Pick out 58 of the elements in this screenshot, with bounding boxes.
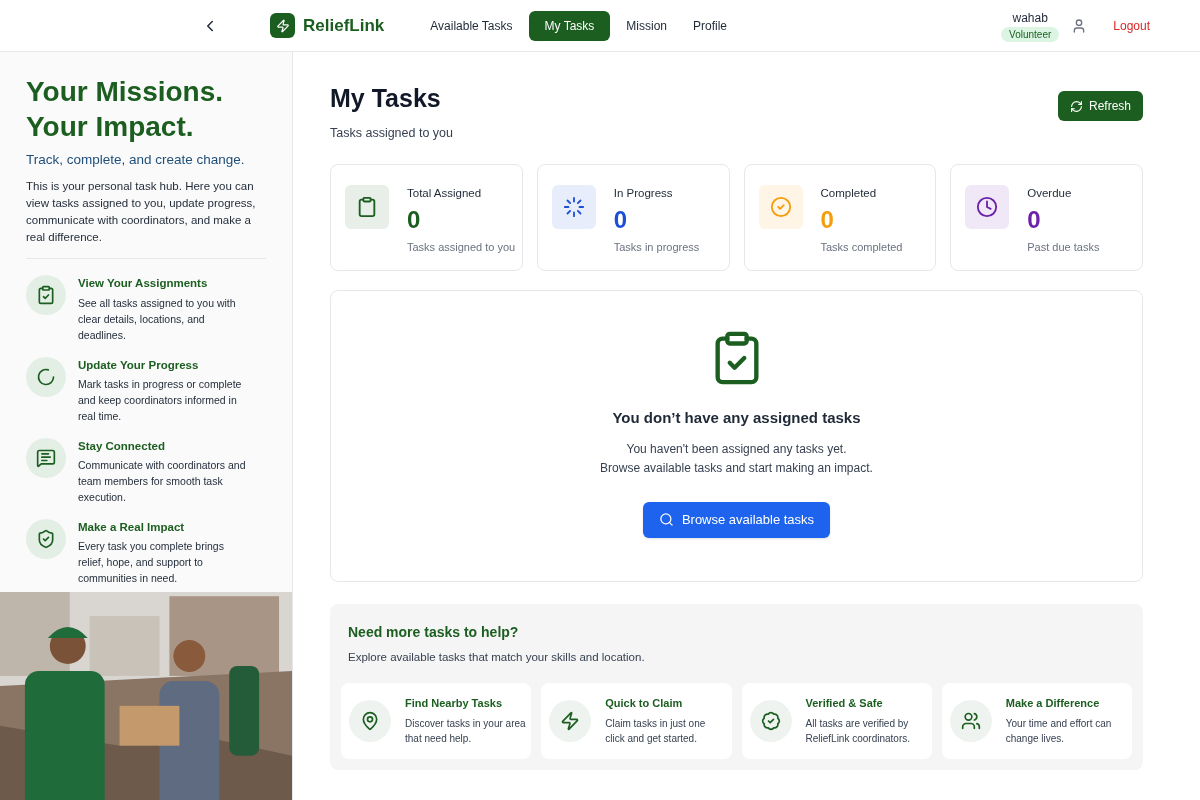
user-name: wahab xyxy=(1012,10,1048,27)
nav-tab[interactable]: Available Tasks xyxy=(420,10,523,41)
progress-ring-icon xyxy=(26,356,66,397)
message-icon xyxy=(26,437,66,478)
perk-title: Find Nearby Tasks xyxy=(405,696,503,712)
stat-value: 0 xyxy=(820,204,835,235)
stat-value: 0 xyxy=(407,204,422,235)
stat-label: In Progress xyxy=(613,186,674,202)
browse-tasks-button[interactable]: Browse available tasks xyxy=(642,501,831,538)
intro-text: This is your personal task hub. Here you can view tasks assigned to you, update progress, communicate with coordinators, and make a real difference. xyxy=(26,179,257,246)
feature-title: Update Your Progress xyxy=(78,357,200,373)
stat-label: Overdue xyxy=(1027,186,1073,202)
shield-check-icon xyxy=(26,519,66,559)
page-subtitle: Tasks assigned to you xyxy=(330,124,453,142)
page-title: My Tasks xyxy=(330,83,442,114)
clipboard-check-icon xyxy=(26,275,66,316)
stat-caption: Tasks assigned to you xyxy=(407,239,516,255)
brand-name: ReliefLink xyxy=(303,14,385,37)
stat-label: Completed xyxy=(820,186,878,202)
feature-text: Communicate with coordinators and team members for smooth task execution. xyxy=(78,458,247,505)
stat-caption: Tasks completed xyxy=(820,239,903,255)
perk-text: Claim tasks in just one click and get started. xyxy=(605,716,707,746)
feature-text: See all tasks assigned to you with clear details, locations, and deadlines. xyxy=(78,295,237,343)
feature-title: Stay Connected xyxy=(78,438,166,454)
nav-tab[interactable]: Mission xyxy=(616,10,677,41)
perk-title: Verified & Safe xyxy=(805,696,884,712)
nav-tab[interactable]: My Tasks xyxy=(528,10,611,41)
stat-value: 0 xyxy=(613,204,629,235)
more-title: Need more tasks to help? xyxy=(348,623,520,643)
perk-text: Discover tasks in your area that need help. xyxy=(405,716,527,746)
search-icon xyxy=(658,512,674,528)
logo-icon xyxy=(270,13,295,38)
feature-text: Mark tasks in progress or complete and keep coordinators informed in real time. xyxy=(78,376,243,424)
clock-icon xyxy=(965,185,1010,230)
stat-label: Total Assigned xyxy=(407,186,483,202)
clipboard-icon xyxy=(345,185,389,230)
stat-caption: Past due tasks xyxy=(1027,239,1100,255)
perk-text: Your time and effort can change lives. xyxy=(1005,716,1113,746)
empty-message: You haven't been assigned any tasks yet. Browse available tasks and start making an impact. xyxy=(600,440,873,477)
nav-tab[interactable]: Profile xyxy=(683,10,738,41)
refresh-icon xyxy=(1069,99,1083,113)
stat-value: 0 xyxy=(1027,204,1042,235)
perk-title: Make a Difference xyxy=(1005,696,1101,712)
tagline: Track, complete, and create change. xyxy=(26,151,246,169)
feature-title: Make a Real Impact xyxy=(78,520,186,535)
loader-icon xyxy=(551,185,596,230)
more-text: Explore available tasks that match your skills and location. xyxy=(348,650,646,666)
empty-title: You don’t have any assigned tasks xyxy=(612,408,861,429)
perk-title: Quick to Claim xyxy=(605,696,684,712)
role-tag: Volunteer xyxy=(1001,27,1060,42)
map-pin-icon xyxy=(349,699,391,742)
feature-title: View Your Assignments xyxy=(78,276,209,292)
feature-text: Every task you complete brings relief, hope, and support to communities in need. xyxy=(78,539,225,587)
refresh-button[interactable]: Refresh xyxy=(1057,91,1143,121)
logout-link[interactable]: Logout xyxy=(1113,16,1150,35)
perk-text: All tasks are verified by ReliefLink coordinators. xyxy=(805,716,911,746)
sidebar-title: Your Missions. Your Impact. xyxy=(26,75,225,144)
stat-caption: Tasks in progress xyxy=(613,239,700,255)
